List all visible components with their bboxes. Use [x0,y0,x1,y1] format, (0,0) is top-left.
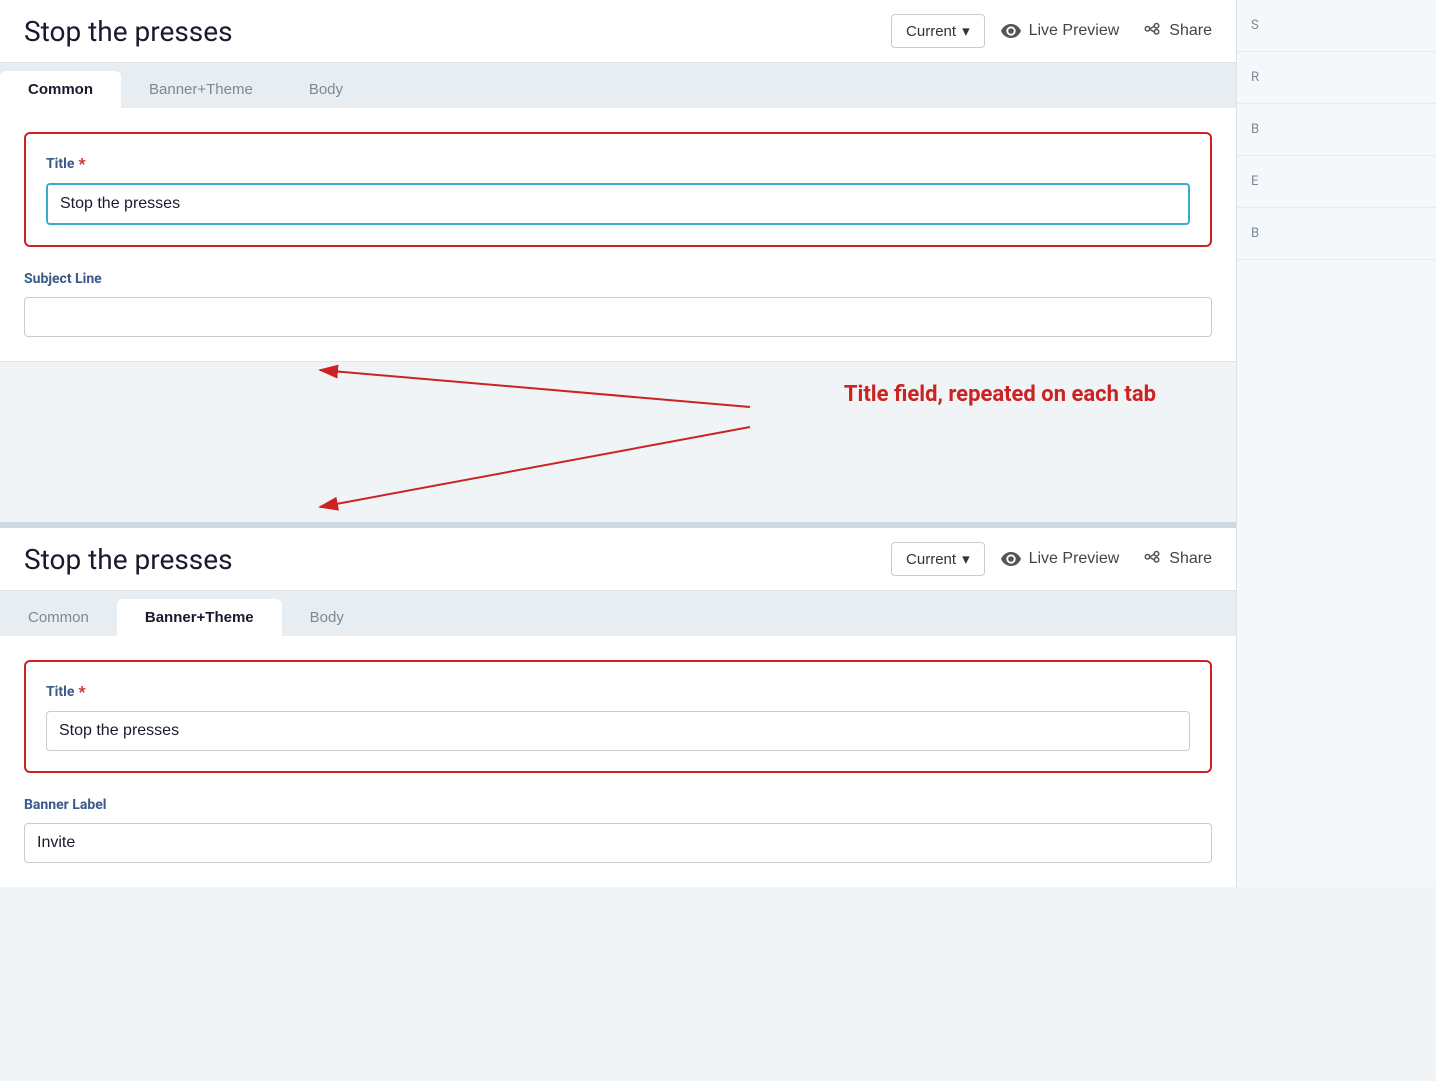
share-icon [1143,22,1161,40]
sidebar-item-s: S [1237,0,1436,52]
eye-icon [1001,24,1021,38]
live-preview-button[interactable]: Live Preview [1001,22,1120,40]
tab-body-bottom[interactable]: Body [282,599,372,636]
sidebar-item-b1: B [1237,104,1436,156]
annotation-text: Title field, repeated on each tab [844,382,1156,407]
tab-common-top[interactable]: Common [0,71,121,108]
right-sidebar: S R B E B [1236,0,1436,887]
tab-banner-theme-bottom[interactable]: Banner+Theme [117,599,282,636]
title-label-bottom: Title * [46,682,1190,701]
tab-common-bottom[interactable]: Common [0,599,117,636]
bottom-panel-header: Stop the presses Current ▾ Live Preview [0,528,1236,591]
annotation-arrows [0,362,1236,522]
bottom-header-actions: Live Preview Share [1001,550,1212,568]
live-preview-label: Live Preview [1029,22,1120,40]
top-panel: Stop the presses Current ▾ Live Preview [0,0,1236,362]
bottom-live-preview-label: Live Preview [1029,550,1120,568]
page-title: Stop the presses [24,15,875,48]
bottom-version-label: Current [906,551,956,568]
tab-banner-theme-top[interactable]: Banner+Theme [121,71,281,108]
subject-input[interactable] [24,297,1212,337]
header-actions: Live Preview Share [1001,22,1212,40]
top-panel-header: Stop the presses Current ▾ Live Preview [0,0,1236,63]
bottom-share-icon [1143,550,1161,568]
bottom-page-title: Stop the presses [24,543,875,576]
sidebar-item-r: R [1237,52,1436,104]
sidebar-item-e: E [1237,156,1436,208]
version-label: Current [906,23,956,40]
share-label: Share [1169,22,1212,40]
bottom-tabs-bar: Common Banner+Theme Body [0,591,1236,636]
bottom-panel: Stop the presses Current ▾ Live Preview [0,528,1236,887]
bottom-version-dropdown[interactable]: Current ▾ [891,542,985,576]
chevron-down-icon: ▾ [962,22,970,40]
subject-section: Subject Line [24,271,1212,337]
title-label-top: Title * [46,154,1190,173]
top-tabs-bar: Common Banner+Theme Body [0,63,1236,108]
tab-body-top[interactable]: Body [281,71,371,108]
required-star-bottom: * [78,682,85,701]
share-button[interactable]: Share [1143,22,1212,40]
bottom-share-label: Share [1169,550,1212,568]
subject-label: Subject Line [24,271,1212,287]
title-field-card-bottom: Title * [24,660,1212,773]
sidebar-item-b2: B [1237,208,1436,260]
bottom-chevron-down-icon: ▾ [962,550,970,568]
top-panel-content: Title * Subject Line [0,108,1236,361]
banner-label-heading: Banner Label [24,797,1212,813]
title-input-top[interactable] [46,183,1190,225]
bottom-share-button[interactable]: Share [1143,550,1212,568]
bottom-live-preview-button[interactable]: Live Preview [1001,550,1120,568]
title-input-bottom[interactable] [46,711,1190,751]
bottom-panel-content: Title * Banner Label [0,636,1236,887]
bottom-eye-icon [1001,552,1021,566]
version-dropdown[interactable]: Current ▾ [891,14,985,48]
title-field-card-top: Title * [24,132,1212,247]
main-area: Stop the presses Current ▾ Live Preview [0,0,1236,887]
required-star-top: * [78,154,85,173]
banner-label-input[interactable] [24,823,1212,863]
banner-section: Banner Label [24,797,1212,863]
annotation-area: Title field, repeated on each tab [0,362,1236,522]
